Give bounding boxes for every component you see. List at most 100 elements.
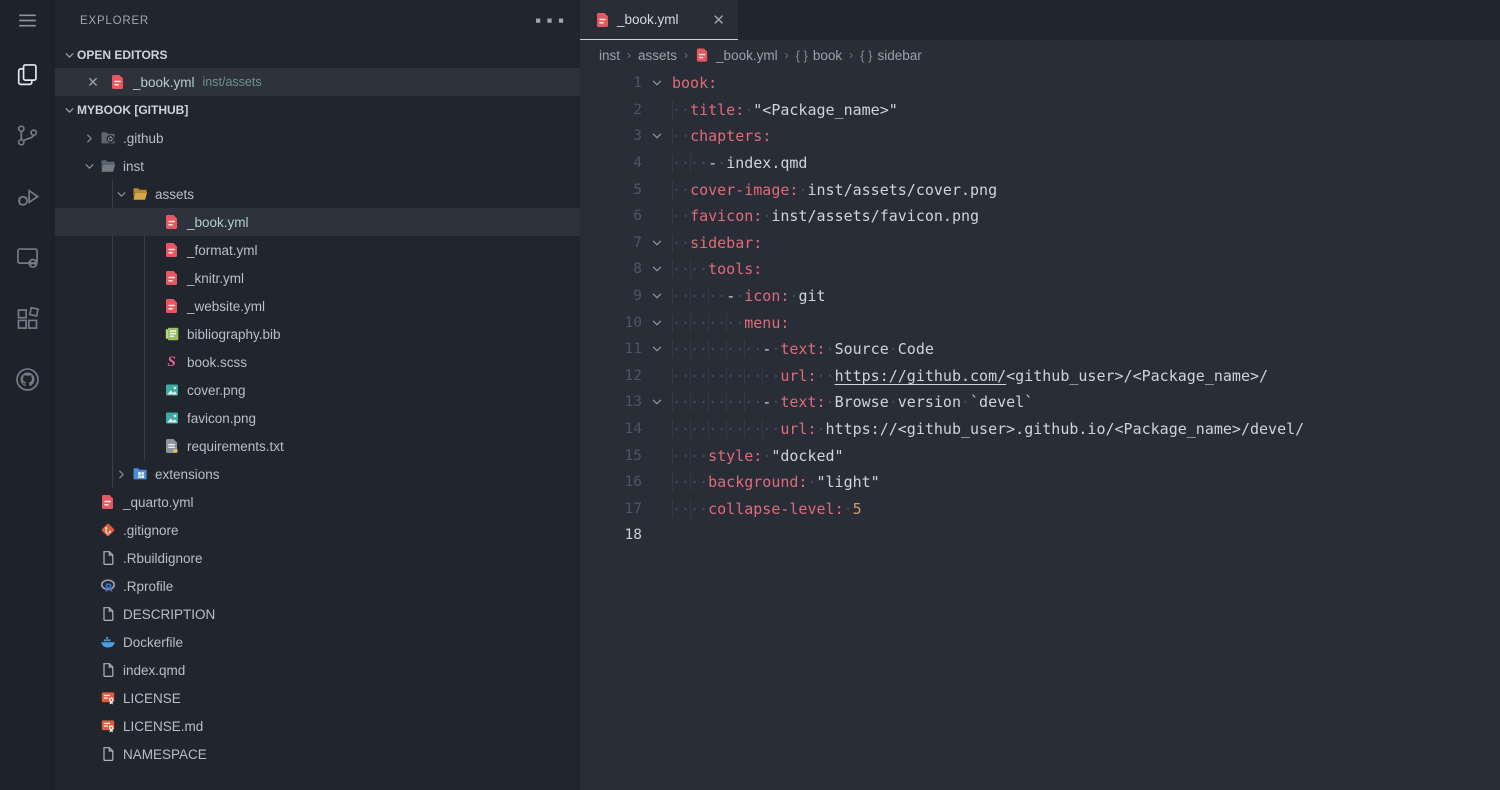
- tree-item-requirements.txt[interactable]: requirements.txt: [55, 432, 580, 460]
- docker-icon: [99, 634, 116, 651]
- tree-item-label: assets: [155, 187, 194, 202]
- sass-icon: S: [163, 354, 180, 371]
- github-button[interactable]: [0, 358, 55, 406]
- fold-chevron-icon[interactable]: [642, 289, 672, 303]
- breadcrumb-item-assets[interactable]: assets: [638, 48, 677, 63]
- open-editor-item-_book.yml[interactable]: ✕ _book.yml inst/assets: [55, 68, 580, 96]
- code-line-18[interactable]: 18: [580, 522, 1500, 549]
- code-line-12[interactable]: 12············url:··https://github.com/<…: [580, 363, 1500, 390]
- tree-item-.github[interactable]: .github: [55, 124, 580, 152]
- line-number: 13: [580, 394, 642, 410]
- breadcrumb-item-book[interactable]: { }book: [796, 48, 843, 63]
- close-icon[interactable]: ✕: [85, 74, 101, 91]
- tree-item-LICENSE[interactable]: LICENSE: [55, 684, 580, 712]
- code-line-8[interactable]: 8····tools:: [580, 256, 1500, 283]
- tree-item-_format.yml[interactable]: _format.yml: [55, 236, 580, 264]
- code-line-15[interactable]: 15····style:·"docked": [580, 442, 1500, 469]
- ellipsis-icon[interactable]: ▪ ▪ ▪: [535, 16, 566, 26]
- remote-explorer-button[interactable]: [0, 236, 55, 284]
- yaml-icon: [99, 494, 116, 511]
- fold-chevron-icon[interactable]: [642, 236, 672, 250]
- breadcrumb-item-sidebar[interactable]: { }sidebar: [860, 48, 922, 63]
- breadcrumb-item-inst[interactable]: inst: [599, 48, 620, 63]
- chevron-down-icon: [61, 47, 77, 63]
- tab-_book.yml[interactable]: _book.yml ✕: [580, 0, 738, 40]
- line-number: 7: [580, 235, 642, 251]
- chevron-down-icon[interactable]: [111, 188, 131, 201]
- tree-item-.gitignore[interactable]: .gitignore: [55, 516, 580, 544]
- fold-chevron-icon[interactable]: [642, 129, 672, 143]
- open-editors-section[interactable]: OPEN EDITORS: [55, 42, 580, 68]
- braces-icon: { }: [796, 48, 808, 63]
- code-line-11[interactable]: 11··········-·text:·Source·Code: [580, 336, 1500, 363]
- code-line-9[interactable]: 9······-·icon:·git: [580, 283, 1500, 310]
- tree-item-LICENSE.md[interactable]: LICENSE.md: [55, 712, 580, 740]
- open-editors-label: OPEN EDITORS: [77, 48, 167, 62]
- menu-icon[interactable]: [0, 0, 55, 40]
- tree-item-_book.yml[interactable]: _book.yml: [55, 208, 580, 236]
- code-line-4[interactable]: 4····-·index.qmd: [580, 150, 1500, 177]
- run-debug-button[interactable]: [0, 175, 55, 223]
- code-line-content: ······-·icon:·git: [672, 287, 826, 305]
- source-control-button[interactable]: [0, 114, 55, 162]
- code-line-content: book:: [672, 74, 717, 92]
- tree-item-bibliography.bib[interactable]: bibliography.bib: [55, 320, 580, 348]
- code-line-16[interactable]: 16····background:·"light": [580, 469, 1500, 496]
- github-icon: [14, 366, 41, 398]
- files-icon: [14, 61, 41, 93]
- breadcrumb-separator: ›: [849, 48, 853, 62]
- code-line-6[interactable]: 6··favicon:·inst/assets/favicon.png: [580, 203, 1500, 230]
- code-line-1[interactable]: 1book:: [580, 70, 1500, 97]
- workspace-section[interactable]: MYBOOK [GITHUB]: [55, 96, 580, 124]
- line-number: 3: [580, 128, 642, 144]
- tree-item-Dockerfile[interactable]: Dockerfile: [55, 628, 580, 656]
- tree-item-_knitr.yml[interactable]: _knitr.yml: [55, 264, 580, 292]
- tree-item-.Rprofile[interactable]: R.Rprofile: [55, 572, 580, 600]
- tree-item-label: DESCRIPTION: [123, 607, 215, 622]
- tree-item-assets[interactable]: assets: [55, 180, 580, 208]
- extensions-button[interactable]: [0, 297, 55, 345]
- explorer-button[interactable]: [0, 53, 55, 101]
- code-line-3[interactable]: 3··chapters:: [580, 123, 1500, 150]
- tree-item-label: requirements.txt: [187, 439, 284, 454]
- fold-chevron-icon[interactable]: [642, 395, 672, 409]
- tree-item-label: cover.png: [187, 383, 246, 398]
- tree-item-_quarto.yml[interactable]: _quarto.yml: [55, 488, 580, 516]
- tree-item-DESCRIPTION[interactable]: DESCRIPTION: [55, 600, 580, 628]
- tree-item-NAMESPACE[interactable]: NAMESPACE: [55, 740, 580, 768]
- fold-chevron-icon[interactable]: [642, 342, 672, 356]
- code-line-10[interactable]: 10········menu:: [580, 309, 1500, 336]
- sidebar-header: EXPLORER ▪ ▪ ▪: [55, 0, 580, 42]
- close-icon[interactable]: ✕: [709, 11, 728, 29]
- chevron-right-icon[interactable]: [111, 468, 131, 481]
- code-line-content: ············url:··https://github.com/<gi…: [672, 367, 1268, 385]
- code-editor[interactable]: 1book:2··title:·"<Package_name>"3··chapt…: [580, 70, 1500, 790]
- yaml-icon: [163, 298, 180, 315]
- code-line-content: ····collapse-level:·5: [672, 500, 862, 518]
- sidebar-title: EXPLORER: [80, 15, 149, 27]
- tree-item-.Rbuildignore[interactable]: .Rbuildignore: [55, 544, 580, 572]
- code-line-17[interactable]: 17····collapse-level:·5: [580, 496, 1500, 523]
- license-icon: [99, 718, 116, 735]
- debug-icon: [14, 183, 41, 215]
- breadcrumb-item-_book.yml[interactable]: _book.yml: [695, 48, 778, 63]
- tree-item-favicon.png[interactable]: favicon.png: [55, 404, 580, 432]
- code-line-13[interactable]: 13··········-·text:·Browse·version·`deve…: [580, 389, 1500, 416]
- tree-item-cover.png[interactable]: cover.png: [55, 376, 580, 404]
- code-line-5[interactable]: 5··cover-image:·inst/assets/cover.png: [580, 176, 1500, 203]
- tree-item-inst[interactable]: inst: [55, 152, 580, 180]
- fold-chevron-icon[interactable]: [642, 316, 672, 330]
- fold-chevron-icon[interactable]: [642, 262, 672, 276]
- code-line-content: ··cover-image:·inst/assets/cover.png: [672, 181, 997, 199]
- tree-item-extensions[interactable]: extensions: [55, 460, 580, 488]
- fold-chevron-icon[interactable]: [642, 76, 672, 90]
- chevron-right-icon[interactable]: [79, 132, 99, 145]
- code-line-14[interactable]: 14············url:·https://<github_user>…: [580, 416, 1500, 443]
- tree-item-index.qmd[interactable]: index.qmd: [55, 656, 580, 684]
- tree-item-_website.yml[interactable]: _website.yml: [55, 292, 580, 320]
- chevron-down-icon[interactable]: [79, 160, 99, 173]
- file-tree: .githubinst assets _book.yml_format.yml_kn…: [55, 124, 580, 768]
- code-line-7[interactable]: 7··sidebar:: [580, 230, 1500, 257]
- code-line-2[interactable]: 2··title:·"<Package_name>": [580, 97, 1500, 124]
- tree-item-book.scss[interactable]: Sbook.scss: [55, 348, 580, 376]
